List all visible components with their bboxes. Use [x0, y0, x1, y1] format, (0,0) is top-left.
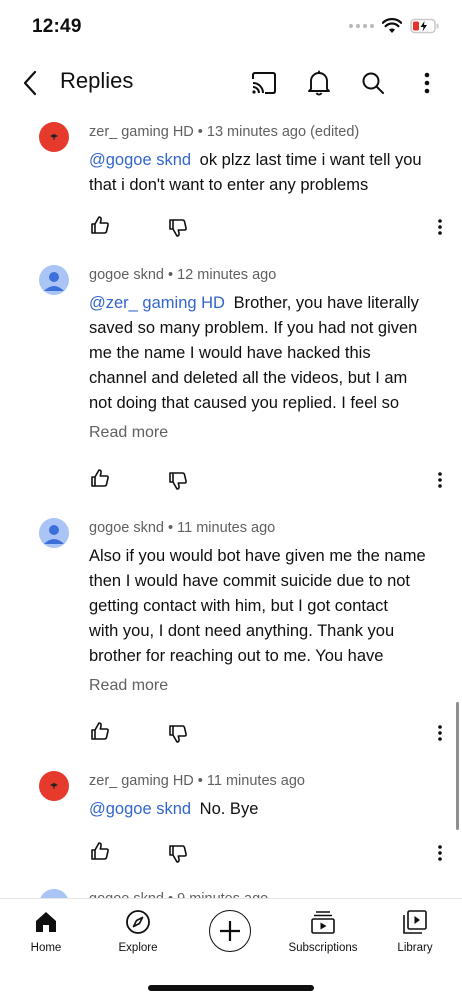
home-indicator [148, 985, 314, 991]
thumbs-down-icon [169, 472, 187, 490]
bottom-navigation: Home Explore Subscriptions Library [0, 898, 462, 1000]
nav-subscriptions[interactable]: Subscriptions [277, 907, 369, 954]
more-options-button[interactable] [410, 66, 444, 100]
comment-meta: zer_ gaming HD • 13 minutes ago (edited) [89, 124, 359, 140]
nav-library[interactable]: Library [369, 907, 461, 954]
like-button[interactable] [87, 838, 113, 864]
default-user-icon [44, 525, 64, 544]
compass-icon [126, 910, 150, 934]
channel-logo-icon [50, 134, 58, 140]
avatar[interactable] [39, 771, 69, 801]
comment-author[interactable]: gogoe sknd [89, 520, 164, 536]
comment-text: @zer_ gaming HD Brother, you have litera… [89, 294, 419, 412]
nav-subscriptions-label: Subscriptions [288, 942, 358, 954]
comment-time: • 12 minutes ago [168, 267, 277, 283]
thumbs-up-icon [91, 216, 109, 234]
thumbs-down-icon [169, 219, 187, 237]
nav-library-label: Library [397, 942, 433, 954]
home-icon [36, 912, 56, 932]
like-button[interactable] [87, 718, 113, 744]
more-vertical-icon [438, 472, 442, 488]
default-user-icon [44, 272, 64, 291]
library-icon [403, 910, 427, 934]
scrollbar[interactable] [456, 702, 459, 830]
comment-author[interactable]: gogoe sknd [89, 267, 164, 283]
comment-text: @gogoe sknd No. Bye [89, 800, 259, 818]
comment-more-button[interactable] [427, 720, 453, 746]
nav-explore-label: Explore [118, 942, 158, 954]
comment-meta: gogoe sknd • 11 minutes ago [89, 520, 275, 536]
more-vertical-icon [438, 845, 442, 861]
app-header: Replies [0, 56, 462, 110]
create-button[interactable] [209, 910, 251, 952]
thumbs-down-icon [169, 725, 187, 743]
thumbs-up-icon [91, 842, 109, 860]
avatar[interactable] [39, 122, 69, 152]
nav-home[interactable]: Home [0, 907, 92, 954]
comment-meta: gogoe sknd • 12 minutes ago [89, 267, 276, 283]
dislike-button[interactable] [165, 841, 191, 867]
like-button[interactable] [87, 212, 113, 238]
search-button[interactable] [356, 66, 390, 100]
notifications-button[interactable] [302, 66, 336, 100]
cast-icon [252, 72, 276, 94]
bell-icon [308, 70, 330, 96]
comment-more-button[interactable] [427, 467, 453, 493]
battery-icon [410, 18, 439, 34]
read-more-link[interactable]: Read more [89, 424, 168, 442]
dislike-button[interactable] [165, 215, 191, 241]
avatar[interactable] [39, 265, 69, 295]
like-button[interactable] [87, 465, 113, 491]
cast-button[interactable] [247, 66, 281, 100]
nav-explore[interactable]: Explore [92, 907, 184, 954]
nav-home-label: Home [30, 942, 62, 954]
comment-author[interactable]: zer_ gaming HD [89, 773, 194, 789]
thumbs-down-icon [169, 845, 187, 863]
more-vertical-icon [438, 219, 442, 235]
back-button[interactable] [14, 66, 46, 100]
chevron-left-icon [23, 70, 37, 96]
comment-meta: zer_ gaming HD • 11 minutes ago [89, 773, 305, 789]
comment-time: • 11 minutes ago [197, 773, 305, 789]
more-vertical-icon [438, 725, 442, 741]
search-icon [362, 72, 384, 94]
dislike-button[interactable] [165, 721, 191, 747]
comment-more-button[interactable] [427, 214, 453, 240]
mention-link[interactable]: @zer_ gaming HD [89, 294, 225, 312]
comment-text: @gogoe sknd ok plzz last time i want tel… [89, 151, 422, 194]
mention-link[interactable]: @gogoe sknd [89, 800, 191, 818]
comment-time: • 11 minutes ago [168, 520, 276, 536]
thumbs-up-icon [91, 722, 109, 740]
read-more-link[interactable]: Read more [89, 677, 168, 695]
wifi-icon [382, 18, 402, 33]
status-icons [349, 18, 440, 34]
mention-link[interactable]: @gogoe sknd [89, 151, 191, 169]
dislike-button[interactable] [165, 468, 191, 494]
channel-logo-icon [50, 783, 58, 789]
status-bar: 12:49 [0, 0, 462, 56]
more-vertical-icon [424, 72, 430, 94]
plus-icon [220, 921, 240, 941]
thumbs-up-icon [91, 469, 109, 487]
comment-time: • 13 minutes ago (edited) [197, 124, 360, 140]
avatar[interactable] [39, 518, 69, 548]
comment-more-button[interactable] [427, 840, 453, 866]
comment-author[interactable]: zer_ gaming HD [89, 124, 194, 140]
subscriptions-icon [311, 911, 335, 934]
page-title: Replies [60, 68, 134, 93]
status-time: 12:49 [32, 16, 82, 37]
comment-text: Also if you would bot have given me the … [89, 547, 426, 665]
cellular-signal-icon [349, 24, 374, 28]
